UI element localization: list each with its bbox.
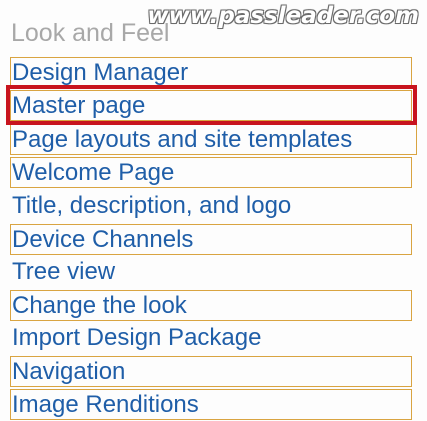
link-change-the-look[interactable]: Change the look [10, 290, 412, 321]
link-title-description-and-logo[interactable]: Title, description, and logo [10, 191, 291, 222]
link-design-manager[interactable]: Design Manager [10, 57, 412, 88]
link-device-channels[interactable]: Device Channels [10, 224, 412, 255]
link-image-renditions[interactable]: Image Renditions [10, 389, 412, 420]
look-and-feel-link-list: Design Manager Master page Page layouts … [0, 0, 427, 421]
site-settings-screen: www.passleader.com Look and Feel Design … [0, 0, 427, 421]
highlight-box-master-page [6, 85, 417, 125]
link-tree-view[interactable]: Tree view [10, 257, 115, 288]
link-navigation[interactable]: Navigation [10, 356, 412, 387]
link-page-layouts-and-site-templates[interactable]: Page layouts and site templates [10, 124, 417, 155]
link-import-design-package[interactable]: Import Design Package [10, 323, 261, 354]
link-welcome-page[interactable]: Welcome Page [10, 157, 412, 188]
